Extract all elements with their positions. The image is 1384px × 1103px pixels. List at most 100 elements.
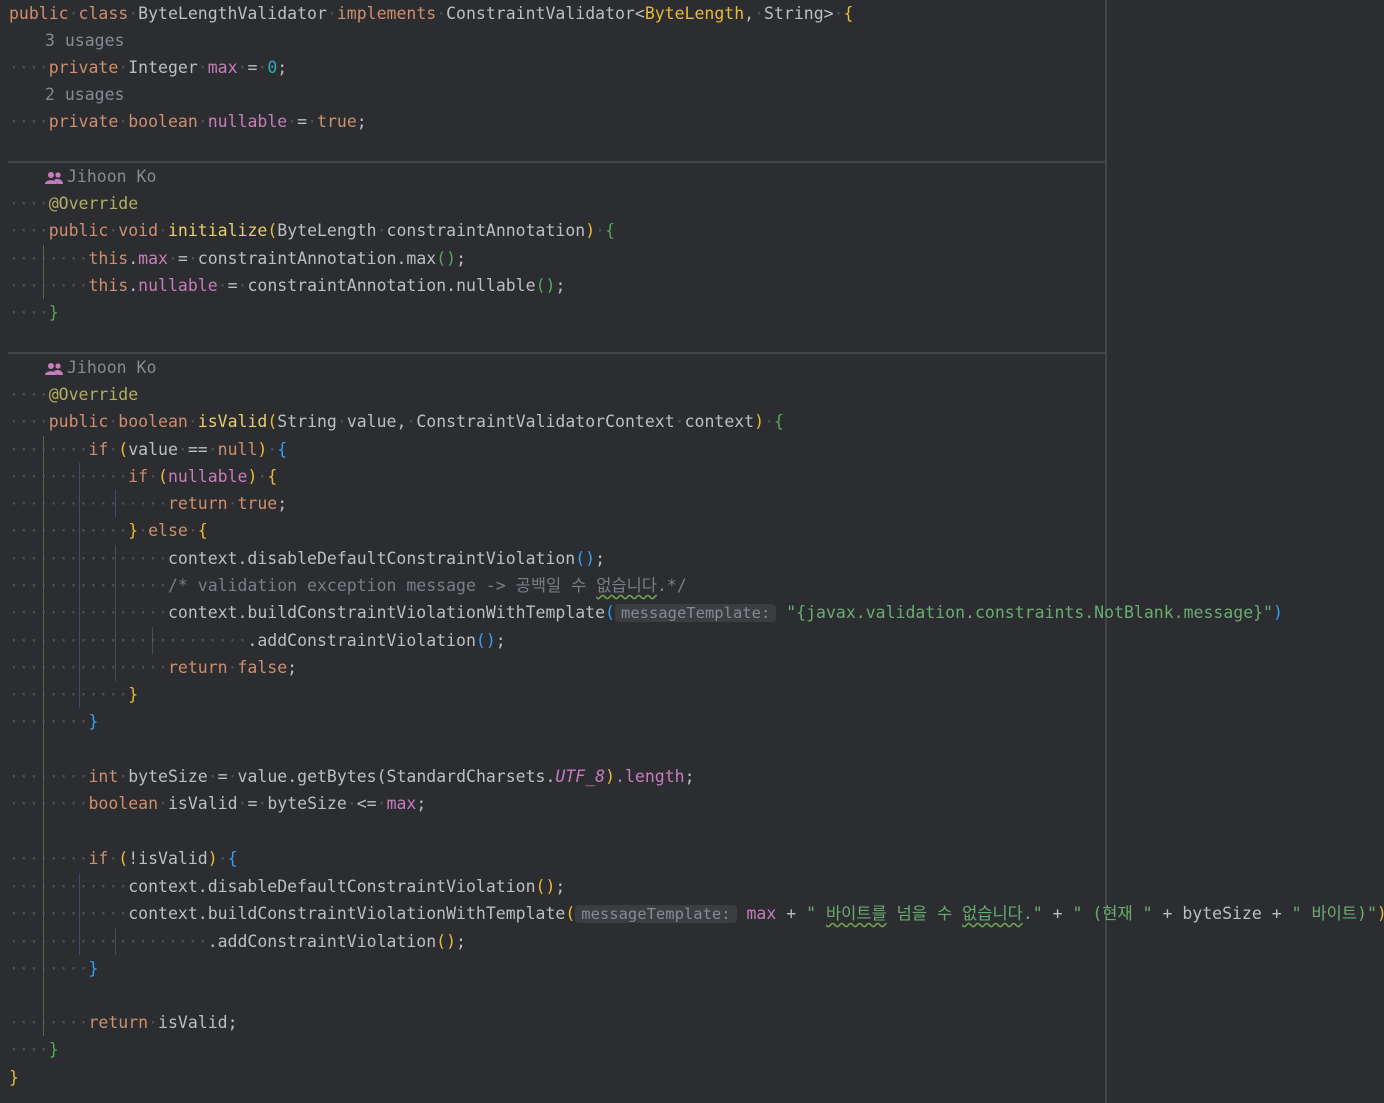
- code-editor[interactable]: public·class·ByteLengthValidator·impleme…: [0, 0, 1384, 1103]
- variable: isValid: [158, 1013, 228, 1032]
- code-line[interactable]: ····@Override: [9, 190, 138, 217]
- parameter-hint: messageTemplate:: [614, 604, 777, 622]
- method-separator: [8, 352, 1105, 354]
- param-name: context: [684, 412, 755, 431]
- code-line[interactable]: ················/* validation exception …: [9, 572, 687, 599]
- field-name: .length: [615, 767, 685, 786]
- code-line[interactable]: ····}: [9, 1036, 59, 1063]
- string-literal: " 바이트)": [1291, 904, 1377, 923]
- code-line[interactable]: ············context.buildConstraintViola…: [9, 900, 1384, 927]
- method-call: context.disableDefaultConstraintViolatio…: [128, 877, 536, 896]
- code-line[interactable]: ················return·true;: [9, 490, 287, 517]
- spell-check-squiggle: 없습니다: [596, 576, 657, 595]
- code-line[interactable]: ············}·else·{: [9, 517, 208, 544]
- code-line[interactable]: public·class·ByteLengthValidator·impleme…: [9, 0, 853, 27]
- keyword: boolean: [128, 112, 198, 131]
- keyword: class: [78, 4, 129, 23]
- string-literal: 넘을 수: [886, 904, 963, 923]
- keyword: implements: [336, 4, 437, 23]
- interface-name: ConstraintValidator: [446, 4, 635, 23]
- string-literal: " (현재 ": [1072, 904, 1153, 923]
- variable: byteSize: [128, 767, 208, 786]
- method-call: .addConstraintViolation: [207, 932, 437, 951]
- field-name: nullable: [207, 112, 288, 131]
- string-literal: "{javax.validation.constraints.NotBlank.…: [786, 603, 1273, 622]
- code-line[interactable]: ········return·isValid;: [9, 1009, 238, 1036]
- code-line[interactable]: ········this.max·=·constraintAnnotation.…: [9, 245, 466, 272]
- author-name: Jihoon Ko: [67, 358, 157, 377]
- method-call: constraintAnnotation.nullable: [247, 276, 536, 295]
- annotation: @Override: [48, 194, 139, 213]
- method-call: .addConstraintViolation: [247, 631, 476, 650]
- method-name: isValid: [197, 412, 268, 431]
- code-line[interactable]: ····}: [9, 299, 59, 326]
- code-line[interactable]: ················context.disableDefaultCo…: [9, 545, 605, 572]
- param-name: constraintAnnotation: [386, 221, 586, 240]
- usages-hint[interactable]: 2 usages: [45, 81, 124, 108]
- keyword: private: [48, 58, 119, 77]
- method-call: value.getBytes(StandardCharsets.: [237, 767, 556, 786]
- people-icon: [45, 362, 63, 375]
- static-constant: UTF_8: [555, 767, 606, 786]
- spell-check-squiggle: 없습니다: [962, 904, 1023, 923]
- method-separator: [8, 161, 1105, 163]
- code-line[interactable]: ········}: [9, 708, 98, 735]
- code-line[interactable]: }: [9, 1064, 19, 1091]
- method-name: initialize: [167, 221, 268, 240]
- code-line[interactable]: ········this.nullable·=·constraintAnnota…: [9, 272, 565, 299]
- code-line[interactable]: ····@Override: [9, 381, 138, 408]
- code-line[interactable]: ············}: [9, 681, 138, 708]
- spell-check-squiggle: 바이트를: [826, 904, 887, 923]
- code-line[interactable]: ············context.disableDefaultConstr…: [9, 873, 565, 900]
- code-line[interactable]: ····················.addConstraintViolat…: [9, 928, 466, 955]
- keyword: public: [48, 412, 109, 431]
- code-line[interactable]: ········boolean·isValid·=·byteSize·<=·ma…: [9, 790, 426, 817]
- code-line[interactable]: ········int·byteSize·=·value.getBytes(St…: [9, 763, 695, 790]
- keyword: true: [317, 112, 357, 131]
- keyword: public: [9, 4, 69, 23]
- people-icon: [45, 171, 63, 184]
- method-call: context.disableDefaultConstraintViolatio…: [167, 549, 576, 568]
- type: ConstraintValidatorContext: [416, 412, 675, 431]
- type-param: String: [764, 4, 824, 23]
- code-line[interactable]: ················return·false;: [9, 654, 297, 681]
- author-name: Jihoon Ko: [67, 167, 157, 186]
- keyword: return: [167, 494, 228, 513]
- variable: isValid: [167, 794, 238, 813]
- code-line[interactable]: ····public·void·initialize(ByteLength·co…: [9, 217, 615, 244]
- comment: /* validation exception message -> 공백일 수: [167, 576, 597, 595]
- type: ByteLength: [277, 221, 377, 240]
- author-hint[interactable]: Jihoon Ko: [45, 163, 156, 190]
- code-line[interactable]: ················context.buildConstraintV…: [9, 599, 1283, 626]
- keyword: boolean: [118, 412, 188, 431]
- code-line[interactable]: ········}: [9, 955, 98, 982]
- type: String: [277, 412, 337, 431]
- code-line[interactable]: ····private·boolean·nullable·=·true;: [9, 108, 367, 135]
- string-literal: .": [1022, 904, 1043, 923]
- parameter-hint: messageTemplate:: [575, 905, 737, 923]
- type-param: ByteLength: [644, 4, 745, 23]
- keyword: private: [48, 112, 119, 131]
- field-name: max: [207, 58, 238, 77]
- method-call: context.buildConstraintViolationWithTemp…: [167, 603, 606, 622]
- param-name: value: [346, 412, 397, 431]
- code-line[interactable]: ························.addConstraintVi…: [9, 627, 506, 654]
- method-call: constraintAnnotation.max: [197, 249, 437, 268]
- keyword: return: [167, 658, 228, 677]
- usages-hint[interactable]: 3 usages: [45, 27, 124, 54]
- keyword: void: [118, 221, 159, 240]
- string-literal: ": [806, 904, 826, 923]
- code-line[interactable]: ········if·(!isValid)·{: [9, 845, 238, 872]
- type: Integer: [128, 58, 198, 77]
- comment: .*/: [656, 576, 687, 595]
- code-line[interactable]: ············if·(nullable)·{: [9, 463, 277, 490]
- code-line[interactable]: ····private·Integer·max·=·0;: [9, 54, 287, 81]
- method-call: context.buildConstraintViolationWithTemp…: [128, 904, 566, 923]
- annotation: @Override: [48, 385, 139, 404]
- class-name: ByteLengthValidator: [138, 4, 327, 23]
- code-line[interactable]: ········if·(value·==·null)·{: [9, 436, 287, 463]
- keyword: public: [48, 221, 109, 240]
- code-line[interactable]: ····public·boolean·isValid(String·value,…: [9, 408, 784, 435]
- author-hint[interactable]: Jihoon Ko: [45, 354, 156, 381]
- number-literal: 0: [267, 58, 278, 77]
